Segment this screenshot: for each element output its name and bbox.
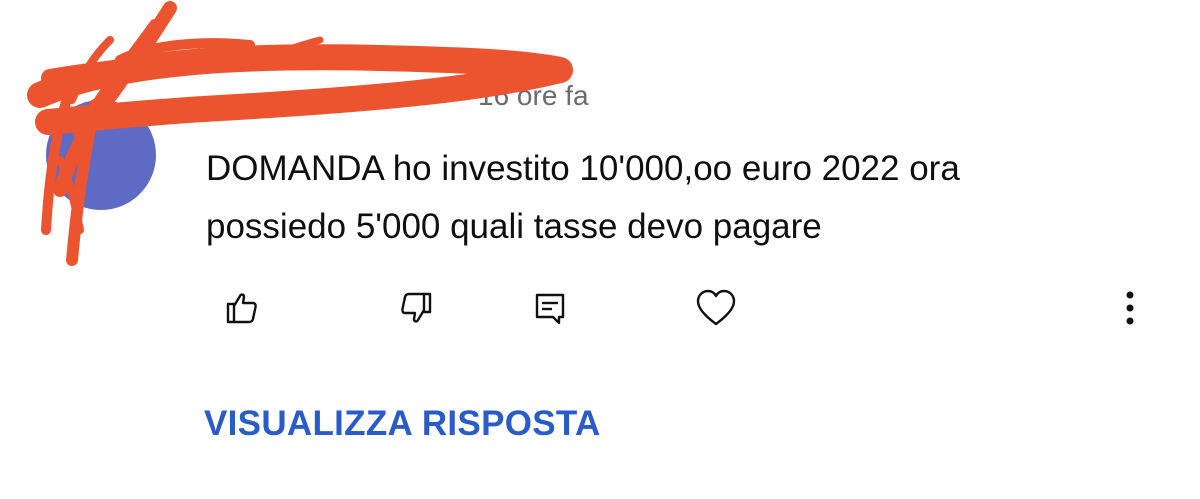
heart-button[interactable] bbox=[692, 284, 740, 332]
comment-text-line: DOMANDA ho investito 10'000,oo euro 2022… bbox=[206, 149, 960, 188]
heart-icon bbox=[696, 289, 736, 326]
view-replies-link[interactable]: VISUALIZZA RISPOSTA bbox=[204, 404, 601, 444]
thumb-down-icon bbox=[401, 292, 432, 323]
avatar[interactable] bbox=[46, 100, 156, 210]
more-vertical-icon bbox=[1126, 291, 1134, 325]
comment-text: DOMANDA ho investito 10'000,oo euro 2022… bbox=[206, 140, 1146, 256]
comment-thread: 16 ore fa DOMANDA ho investito 10'000,oo… bbox=[0, 0, 1200, 499]
dislike-button[interactable] bbox=[392, 284, 440, 332]
comment-timestamp: 16 ore fa bbox=[478, 80, 589, 111]
like-button[interactable] bbox=[218, 284, 266, 332]
reply-button[interactable] bbox=[526, 284, 574, 332]
more-options-button[interactable] bbox=[1108, 284, 1152, 332]
comment-text-line: possiedo 5'000 quali tasse devo pagare bbox=[206, 207, 822, 246]
comment-reply-icon bbox=[535, 293, 565, 325]
thumb-up-icon bbox=[226, 293, 257, 324]
